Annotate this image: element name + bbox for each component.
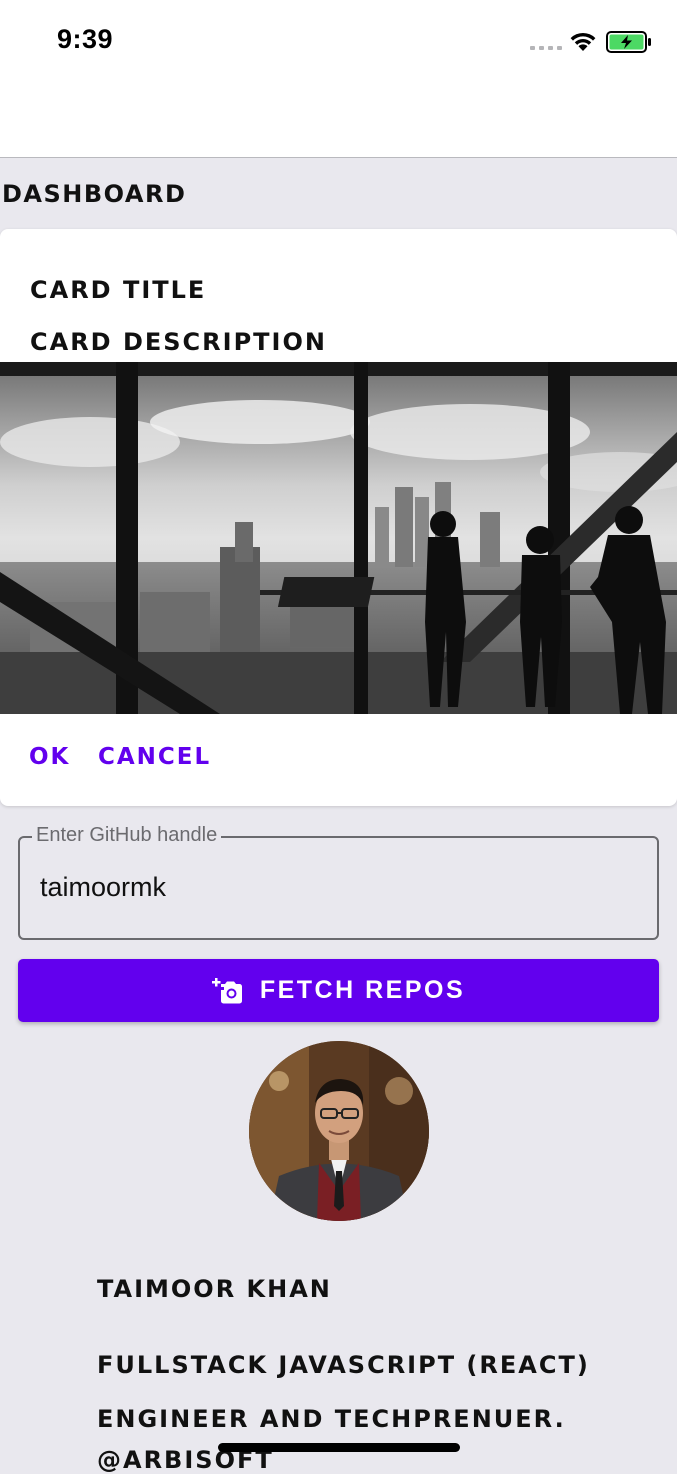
status-bar: 9:39 (0, 0, 677, 158)
card-description: CARD DESCRIPTION (30, 328, 327, 356)
avatar (249, 1041, 429, 1221)
fetch-repos-button[interactable]: FETCH REPOS (18, 959, 659, 1022)
home-indicator[interactable] (218, 1443, 460, 1452)
add-a-photo-icon (211, 977, 242, 1003)
status-time: 9:39 (57, 24, 114, 54)
profile-name: TAIMOOR KHAN (97, 1275, 332, 1303)
wifi-icon (570, 32, 596, 51)
page-title: DASHBOARD (2, 180, 187, 208)
profile-bio: FULLSTACK JAVASCRIPT (REACT) ENGINEER AN… (97, 1351, 590, 1433)
cancel-button[interactable]: CANCEL (98, 744, 211, 770)
ok-button[interactable]: OK (29, 744, 70, 770)
github-handle-label: Enter GitHub handle (32, 824, 222, 847)
card-title: CARD TITLE (30, 276, 207, 304)
cellular-signal-icon (530, 46, 562, 50)
fetch-repos-label: FETCH REPOS (259, 976, 466, 1004)
battery-charging-icon (606, 31, 651, 53)
card: CARD TITLE CARD DESCRIPTION OK CANCEL (0, 229, 677, 806)
card-cover-image (0, 362, 677, 714)
github-handle-input[interactable] (40, 872, 640, 903)
github-handle-field[interactable] (18, 836, 659, 940)
